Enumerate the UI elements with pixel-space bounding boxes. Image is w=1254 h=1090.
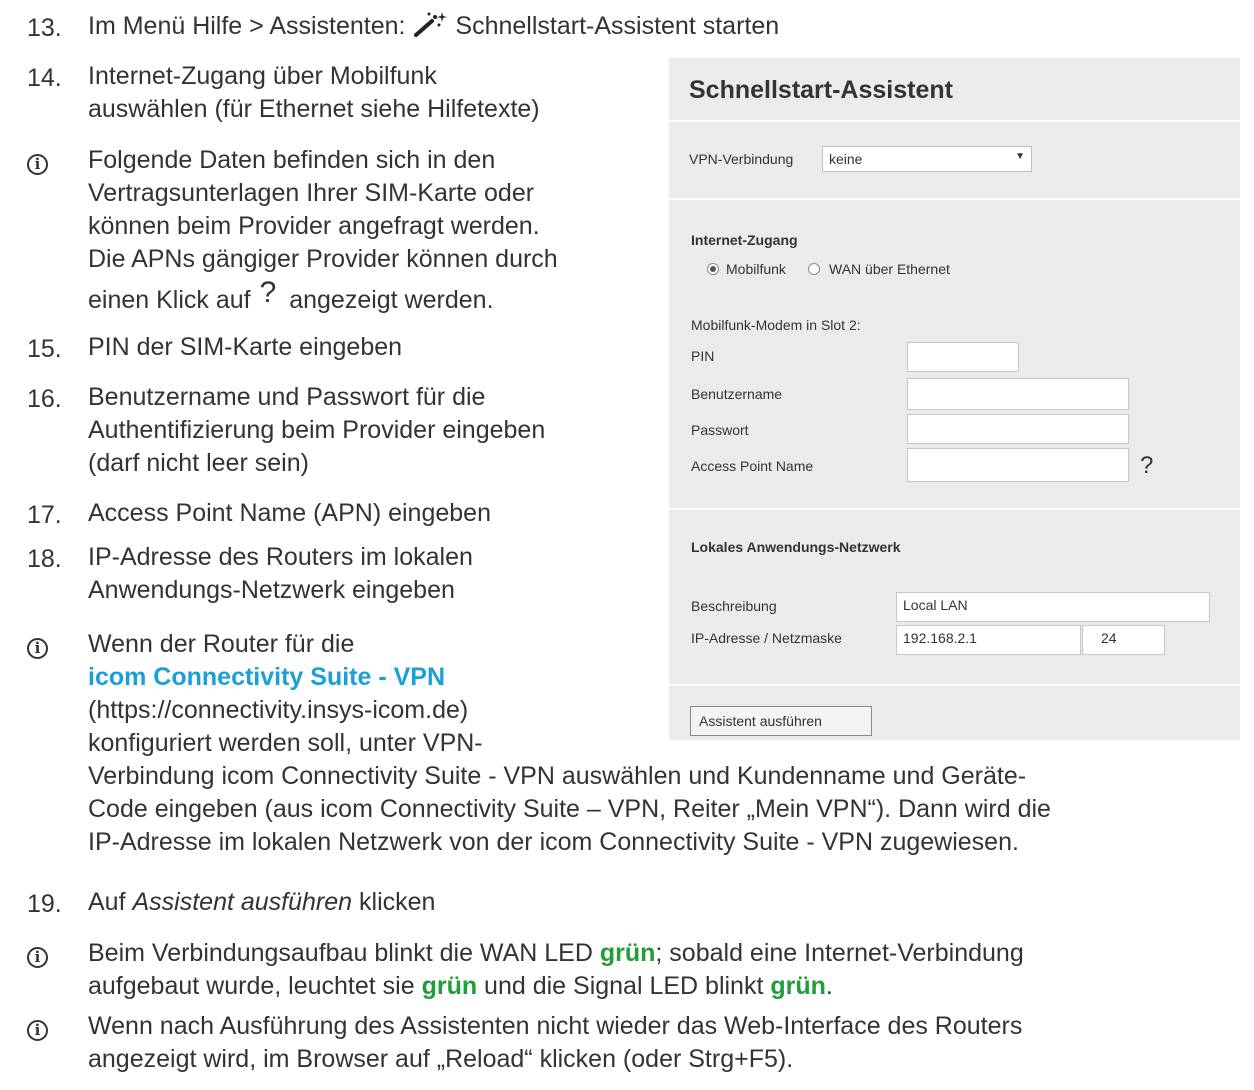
ip-netmask-label: IP-Adresse / Netzmaske [691,630,842,646]
chevron-down-icon: ▼ [1015,151,1025,162]
step-14-line: auswählen (für Ethernet siehe Hilfetexte… [88,95,540,123]
step-13-after: Schnellstart-Assistent starten [448,12,780,40]
info-2-continued: Verbindung icom Connectivity Suite - VPN… [88,760,1051,859]
info-1-line-part: einen Klick auf [88,286,251,314]
info-icon: i [27,638,48,659]
step-13-text: Im Menü Hilfe > Assistenten: Schnellstar… [88,10,779,43]
step-19-part: Auf [88,888,133,916]
apn-label: Access Point Name [691,458,814,474]
help-icon: ? [259,276,277,309]
info-3-part: . [825,972,833,1000]
internet-access-heading: Internet-Zugang [691,232,798,248]
username-label: Benutzername [691,386,783,402]
step-15-number: 15. [27,335,62,363]
radio-wan-ethernet-label: WAN über Ethernet [829,261,950,277]
info-4-line: Wenn nach Ausführung des Assistenten nic… [88,1012,1023,1040]
step-17-text: Access Point Name (APN) eingeben [88,499,491,527]
step-15-text: PIN der SIM-Karte eingeben [88,333,403,361]
radio-wan-ethernet[interactable] [808,263,820,275]
info-3-part: aufgebaut wurde, leuchtet sie [88,972,422,1000]
step-16-text: Benutzername und Passwort für die Authen… [88,381,545,480]
local-network-heading: Lokales Anwendungs-Netzwerk [691,539,901,555]
step-14-line: Internet-Zugang über Mobilfunk [88,62,437,90]
radio-mobilfunk[interactable] [707,263,719,275]
radio-mobilfunk-label: Mobilfunk [726,261,786,277]
vpn-connection-label: VPN-Verbindung [689,151,794,167]
green-led-text: grün [599,939,656,967]
magic-wand-icon [412,10,448,38]
divider [669,508,1240,510]
info-1-line: Vertragsunterlagen Ihrer SIM-Karte oder [88,179,535,207]
info-2-line: Verbindung icom Connectivity Suite - VPN… [88,762,1027,790]
step-16-number: 16. [27,385,62,413]
info-3-part: Beim Verbindungsaufbau blinkt die WAN LE… [88,939,600,967]
green-led-text: grün [421,972,478,1000]
description-value: Local LAN [903,597,968,613]
pin-label: PIN [691,348,715,364]
info-1-line: Die APNs gängiger Provider können durch [88,245,558,273]
step-18-line: Anwendungs-Netzwerk eingeben [88,576,455,604]
green-led-text: grün [770,972,826,1000]
info-3-part: und die Signal LED blinkt [477,972,771,1000]
info-1-text: Folgende Daten befinden sich in den Vert… [88,144,558,317]
info-icon: i [27,947,48,968]
info-4-line: angezeigt wird, im Browser auf „Reload“ … [88,1045,794,1073]
divider [669,120,1240,122]
info-3-line: Beim Verbindungsaufbau blinkt die WAN LE… [88,937,1024,970]
netmask-input[interactable]: 24 [1082,625,1165,655]
description-label: Beschreibung [691,598,777,614]
info-3-line: aufgebaut wurde, leuchtet sie grün und d… [88,970,1024,1003]
info-icon: i [27,1020,48,1041]
info-3-part: ; sobald eine Internet-Verbindung [655,939,1024,967]
step-19-part: klicken [352,888,436,916]
ip-address-input[interactable]: 192.168.2.1 [896,625,1081,655]
step-17-number: 17. [27,501,62,529]
step-14-number: 14. [27,64,62,92]
step-18-text: IP-Adresse des Routers im lokalen Anwend… [88,541,473,607]
step-16-line: Benutzername und Passwort für die [88,383,486,411]
info-2-line: IP-Adresse im lokalen Netzwerk von der i… [88,828,1019,856]
step-16-line: Authentifizierung beim Provider eingeben [88,416,546,444]
description-input[interactable]: Local LAN [896,592,1210,622]
quickstart-wizard-panel: Schnellstart-Assistent VPN-Verbindung ke… [669,58,1240,740]
pin-input[interactable] [907,342,1019,372]
step-18-line: IP-Adresse des Routers im lokalen [88,543,473,571]
vpn-connection-select[interactable]: keine ▼ [822,146,1032,172]
info-4-text: Wenn nach Ausführung des Assistenten nic… [88,1010,1022,1076]
step-14-text: Internet-Zugang über Mobilfunk auswählen… [88,60,540,126]
info-1-line: können beim Provider angefragt werden. [88,212,540,240]
apn-input[interactable] [907,448,1129,482]
netmask-value: 24 [1101,630,1117,646]
info-2-line: Code eingeben (aus icom Connectivity Sui… [88,795,1051,823]
step-16-line: (darf nicht leer sein) [88,449,309,477]
apn-help-icon[interactable]: ? [1140,452,1153,480]
divider [669,198,1240,200]
step-13-before: Im Menü Hilfe > Assistenten: [88,12,406,40]
password-label: Passwort [691,422,749,438]
step-19-emphasis: Assistent ausführen [132,888,353,916]
run-wizard-button[interactable]: Assistent ausführen [690,706,872,736]
info-1-line-part: angezeigt werden. [289,286,494,314]
info-3-text: Beim Verbindungsaufbau blinkt die WAN LE… [88,937,1024,1003]
username-input[interactable] [907,378,1129,410]
vpn-connection-value: keine [829,151,863,167]
step-19-number: 19. [27,890,62,918]
info-1-line: einen Klick auf ? angezeigt werden. [88,276,558,317]
info-icon: i [27,154,48,175]
panel-title: Schnellstart-Assistent [689,76,953,104]
info-1-line: Folgende Daten befinden sich in den [88,146,496,174]
step-13-number: 13. [27,14,62,42]
divider [669,684,1240,686]
ip-address-value: 192.168.2.1 [903,630,977,646]
modem-slot-label: Mobilfunk-Modem in Slot 2: [691,317,861,333]
password-input[interactable] [907,414,1129,444]
step-19-text: Auf Assistent ausführen klicken [88,886,435,919]
step-18-number: 18. [27,545,62,573]
